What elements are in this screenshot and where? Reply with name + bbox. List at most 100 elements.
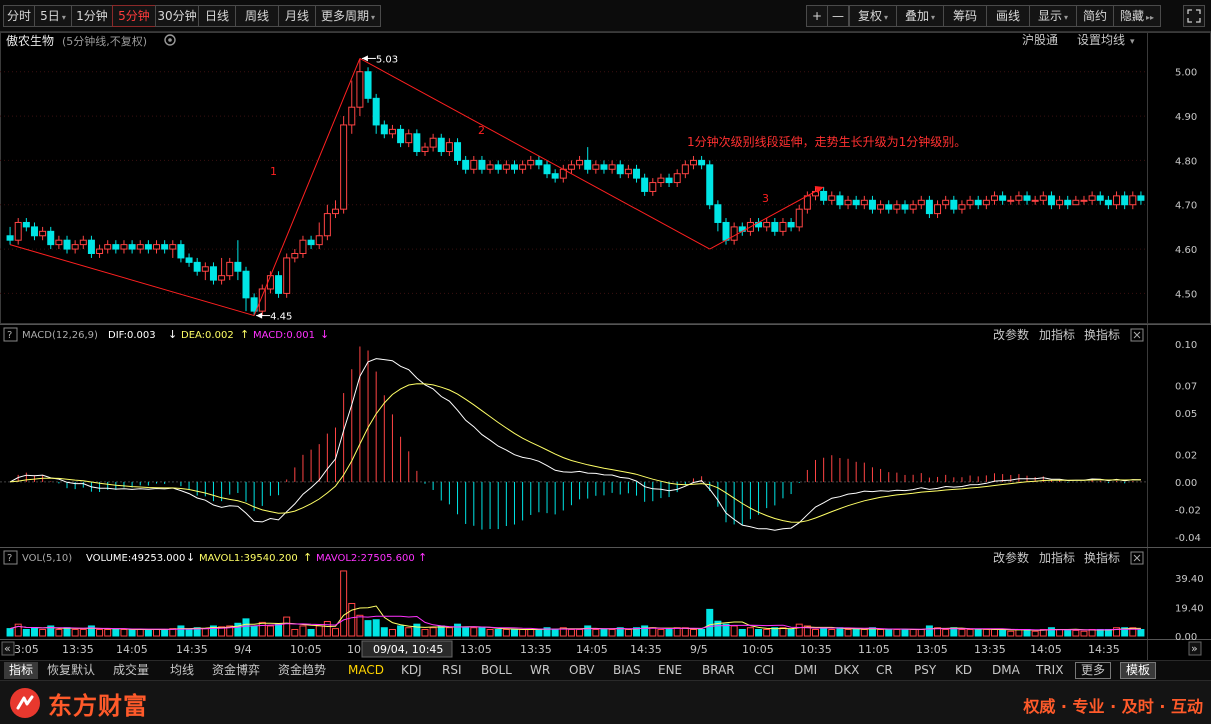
indicator-tab-15[interactable]: CCI [749,662,779,679]
candle-body [209,266,217,281]
volume-bar [470,627,478,637]
indicator-tab-7[interactable]: KDJ [396,662,427,679]
volume-bar [299,625,307,637]
gear-icon[interactable] [164,34,176,46]
candle-body [543,164,551,175]
macd-value: MACD:0.001 [253,330,315,341]
period-tab-3[interactable]: 5分钟 [112,5,156,27]
candle-body [624,168,632,175]
indicator-tab-9[interactable]: BOLL [476,662,517,679]
double-arrow-icon: ▸▸ [1145,13,1155,22]
period-tab-2[interactable]: 1分钟 [71,5,113,27]
volume-bar [1031,630,1039,637]
candle-body [340,124,348,210]
candle-body [714,204,722,223]
volume-bar [990,628,998,637]
indicator-tab-0[interactable]: 指标 [4,662,39,679]
indicator-tab-6[interactable]: MACD [343,662,389,679]
macd-axis-label: -0.04 [1175,533,1201,544]
zoom-out-button[interactable]: — [827,5,849,27]
indicator-tab-20[interactable]: KD [950,662,977,679]
volume-bar [63,627,71,637]
indicator-tab-4[interactable]: 资金博弈 [207,662,265,679]
price-axis-label: 4.80 [1175,156,1197,167]
candle-body [974,199,982,206]
macd-name: MACD(12,26,9) [22,330,98,341]
indicator-tab-1[interactable]: 恢复默认 [42,662,100,679]
expand-icon[interactable] [1183,5,1205,27]
macd-axis-label: 0.02 [1175,450,1197,461]
volume-bar [331,628,339,637]
indicator-tab-14[interactable]: BRAR [697,662,740,679]
period-tab-4[interactable]: 30分钟 [155,5,199,27]
trend-line [9,244,255,317]
indicator-tab-3[interactable]: 均线 [165,662,199,679]
indicator-tab-19[interactable]: PSY [909,662,941,679]
period-tab-0[interactable]: 分时 [3,5,35,27]
kline-chart[interactable]: 傲农生物 (5分钟线,不复权) 沪股通 设置均线 ▾ 5.00 4.90 4.80 4.70 4.… [0,32,1211,660]
indicator-tab-8[interactable]: RSI [437,662,467,679]
indicator-tab-23[interactable]: 更多 [1075,662,1112,679]
candle-body [437,137,445,153]
price-panel-border [0,32,1211,324]
period-tab-5[interactable]: 日线 [198,5,236,27]
chevron-down-icon: ▾ [371,13,376,22]
candle-body [730,226,738,241]
volume-bar [551,628,559,637]
candle-body [966,199,974,206]
period-tab-7[interactable]: 月线 [278,5,316,27]
indicator-tab-12[interactable]: BIAS [608,662,646,679]
indicator-tab-2[interactable]: 成交量 [108,662,154,679]
candle-body [470,159,478,170]
macd-axis-label: 0.05 [1175,409,1197,420]
candle-body [380,124,388,135]
time-label: 14:05 [116,643,148,656]
candle-body [372,97,380,126]
indicator-tab-24[interactable]: 模板 [1120,662,1157,679]
indicator-tab-11[interactable]: OBV [564,662,600,679]
indicator-tab-22[interactable]: TRIX [1031,662,1068,679]
candle-body [14,221,22,241]
indicator-bar: 指标 恢复默认 成交量 均线 资金博弈 资金趋势 MACD KDJ RSI BOLL WR OBV BI… [0,660,1211,680]
indicator-tab-10[interactable]: WR [525,662,555,679]
candle-body [153,244,161,250]
volume-bar [1137,628,1145,637]
toolbar-btn-5[interactable]: 简约 [1076,5,1114,27]
candle-body [413,133,421,153]
toolbar-btn-1[interactable]: 叠加 ▾ [896,5,944,27]
candle-body [47,230,55,246]
period-tab-8[interactable]: 更多周期 ▾ [315,5,381,27]
time-label: 10 [347,643,361,656]
volume-bar [1064,628,1072,637]
stock-name: 傲农生物 [6,33,54,48]
period-tab-6[interactable]: 周线 [235,5,279,27]
candle-body [917,199,925,206]
time-label: 13:35 [974,643,1006,656]
toolbar-btn-0[interactable]: 复权 ▾ [849,5,897,27]
volume-bar [104,628,112,637]
vol-axis-label: 39.40 [1175,574,1204,585]
candle-body [1047,195,1055,206]
indicator-tab-16[interactable]: DMI [789,662,822,679]
volume-bar [925,625,933,637]
volume-bar [405,627,413,637]
indicator-tab-21[interactable]: DMA [987,662,1025,679]
toolbar-btn-2[interactable]: 筹码 [943,5,987,27]
candle-body [299,239,307,254]
toolbar-btn-4[interactable]: 显示 ▾ [1029,5,1077,27]
period-tab-1[interactable]: 5日 ▾ [34,5,72,27]
toolbar-btn-3[interactable]: 画线 [986,5,1030,27]
indicator-tab-18[interactable]: CR [871,662,898,679]
vol-btn-0: 改参数 [993,550,1029,565]
indicator-tab-17[interactable]: DKX [829,662,864,679]
footer: 东方财富 权威 · 专业 · 及时 · 互动 [0,680,1211,724]
toolbar-btn-6[interactable]: 隐藏 ▸▸ [1113,5,1161,27]
volume-bar [820,627,828,637]
leg-label-1: 1 [270,165,277,178]
volume-bar [698,628,706,637]
zoom-in-button[interactable]: + [806,5,828,27]
indicator-tab-5[interactable]: 资金趋势 [273,662,331,679]
candle-body [885,204,893,210]
indicator-tab-13[interactable]: ENE [653,662,687,679]
volume-bar [136,628,144,637]
